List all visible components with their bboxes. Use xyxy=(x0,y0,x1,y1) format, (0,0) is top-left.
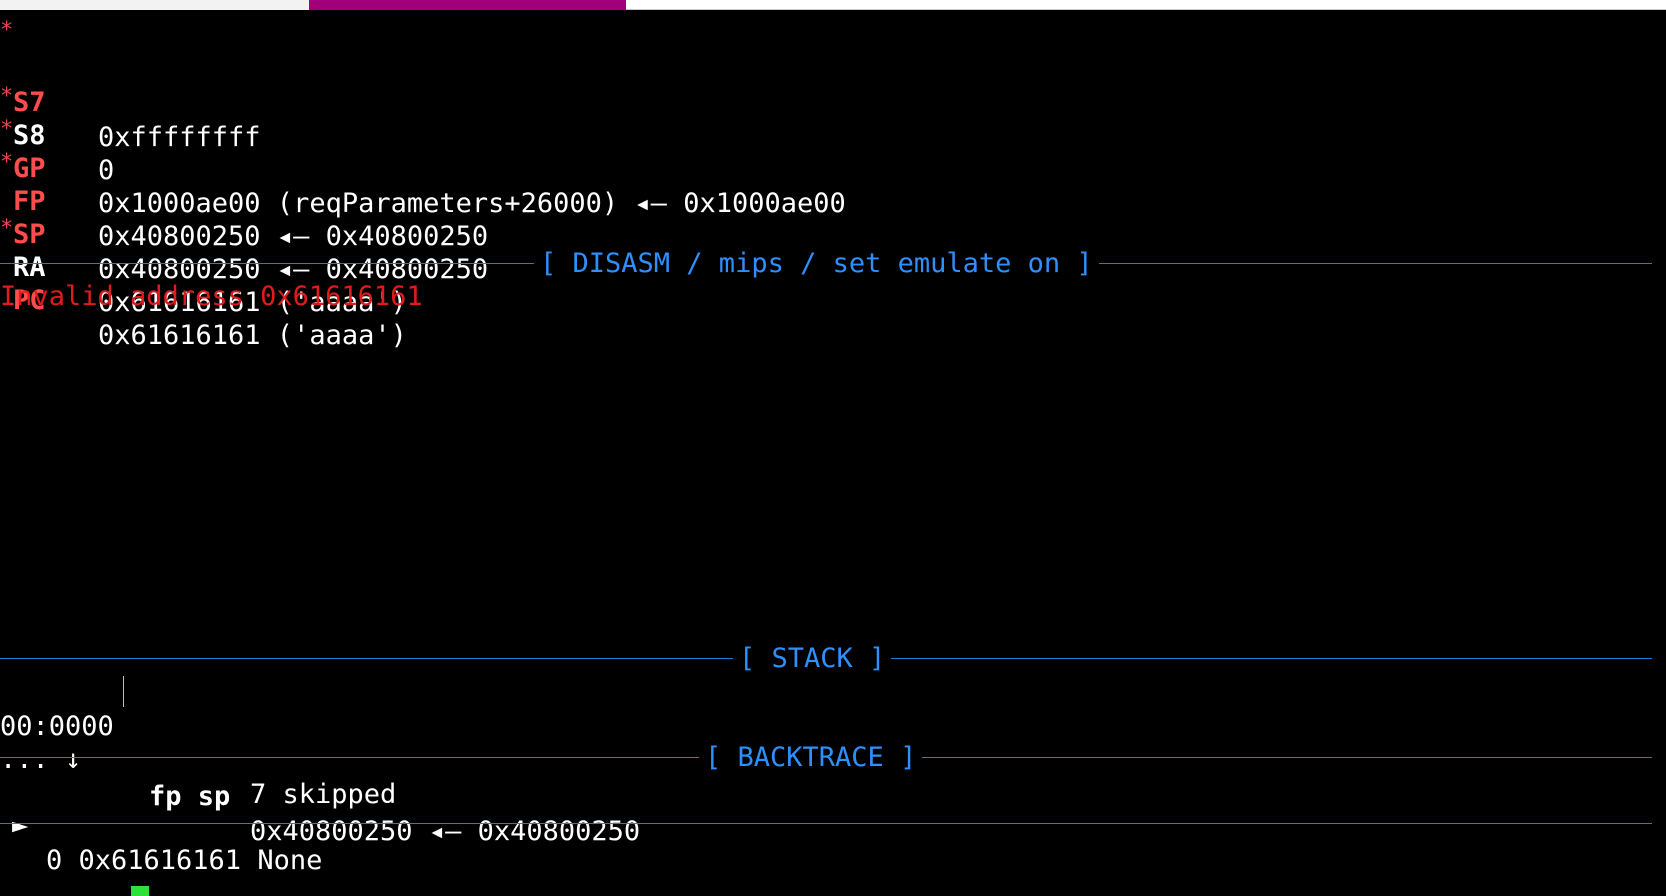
register-row-ra: RA 0x61616161 ('aaaa') xyxy=(0,180,407,318)
changed-marker: * xyxy=(0,117,14,142)
register-row-gp: * GP 0x1000ae00 (reqParameters+26000) ◂—… xyxy=(0,81,846,219)
stack-divider xyxy=(123,676,124,707)
terminal-tab-bar xyxy=(0,0,1666,10)
terminal-tab-3[interactable] xyxy=(626,0,1666,10)
stack-skip-row: ... ↓ 7 skipped xyxy=(0,707,396,810)
changed-marker: * xyxy=(0,18,14,43)
stack-header-title: [ STACK ] xyxy=(733,641,892,676)
section-rule xyxy=(0,823,1652,824)
changed-marker: * xyxy=(0,84,14,109)
stack-section-header: [ STACK ] xyxy=(0,641,1666,676)
backtrace-header-title: [ BACKTRACE ] xyxy=(699,740,923,775)
backtrace-section-header: [ BACKTRACE ] xyxy=(0,740,1666,775)
terminal-cursor[interactable] xyxy=(131,886,149,896)
disasm-error-message: Invalid address 0x61616161 xyxy=(0,281,423,312)
register-value: 0xffffffff xyxy=(98,122,261,153)
register-row-fp: * FP 0x40800250 ◂— 0x40800250 xyxy=(0,114,488,252)
register-row-sp: * SP 0x40800250 ◂— 0x40800250 xyxy=(0,147,488,285)
stack-row: 00:0000 fp sp 0x40800250 ◂— 0x40800250 xyxy=(0,674,640,847)
backtrace-frame: ► 0 0x61616161 None xyxy=(0,773,322,876)
changed-marker: * xyxy=(0,216,14,241)
terminal-tab-2-active[interactable] xyxy=(309,0,626,10)
disasm-header-title: [ DISASM / mips / set emulate on ] xyxy=(534,246,1099,281)
changed-marker: * xyxy=(0,150,14,175)
register-row-s7: * S7 0xffffffff xyxy=(0,15,261,153)
backtrace-frame-text: 0 0x61616161 None xyxy=(46,845,323,876)
disasm-section-header: [ DISASM / mips / set emulate on ] xyxy=(0,246,1666,281)
register-value: 0x61616161 ('aaaa') xyxy=(98,320,407,351)
bottom-section-rule xyxy=(0,806,1666,841)
register-row-pc: * PC 0x61616161 ('aaaa') xyxy=(0,213,407,351)
register-value: 0 xyxy=(98,155,115,186)
terminal-tab-1[interactable] xyxy=(0,0,309,10)
register-value: 0x1000ae00 (reqParameters+26000) ◂— 0x10… xyxy=(98,188,846,219)
register-row-s8: S8 0 xyxy=(0,48,114,186)
